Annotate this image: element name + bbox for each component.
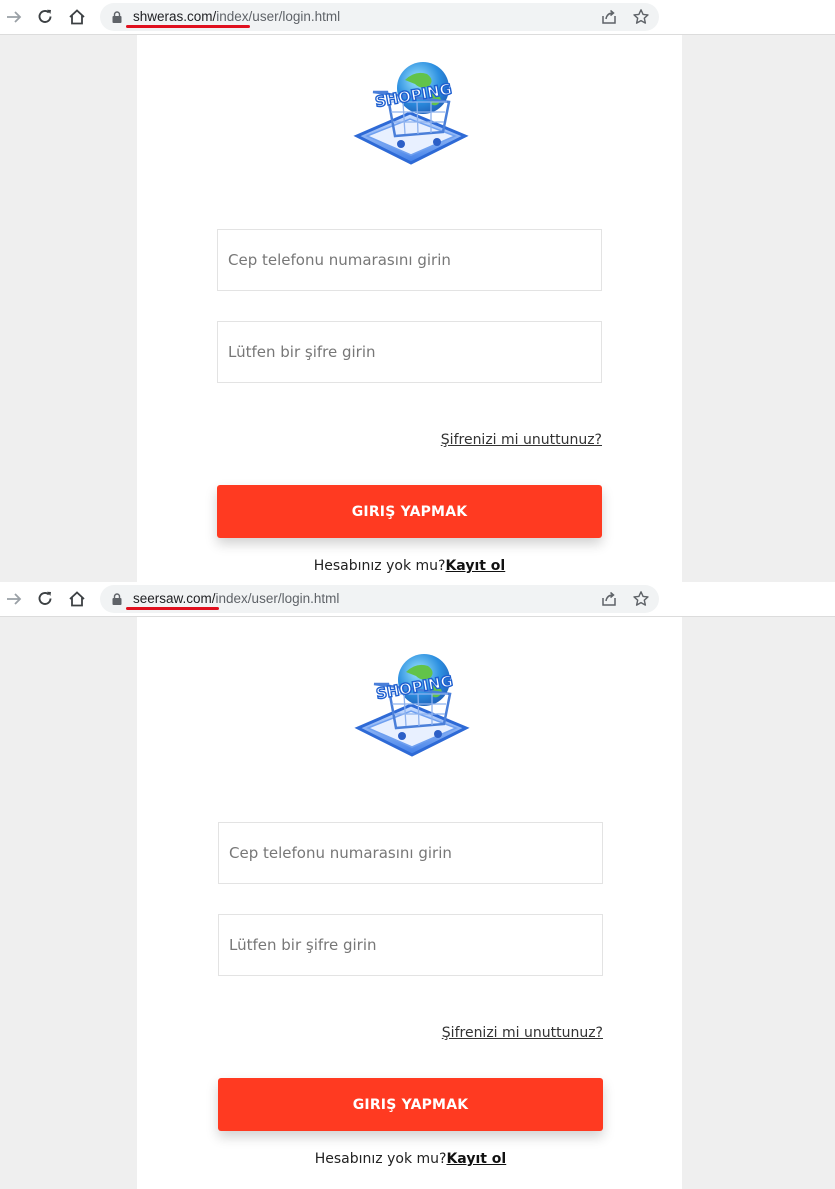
phone-field[interactable]: [218, 822, 603, 884]
url-path: index/user/login.html: [216, 9, 341, 24]
lock-icon: [112, 593, 122, 605]
url-domain: shweras.com/: [133, 9, 217, 24]
url-text: seersaw.com/index/user/login.html: [133, 591, 339, 606]
login-button[interactable]: GIRIŞ YAPMAK: [218, 1078, 603, 1131]
star-icon[interactable]: [632, 590, 650, 608]
shopping-cart-globe-logo: SHOPING: [346, 650, 476, 770]
login-card: SHOPING Şifrenizi mi unuttunuz? GIRIŞ YA…: [137, 34, 682, 582]
home-icon[interactable]: [67, 7, 87, 27]
signup-link[interactable]: Kayıt ol: [445, 558, 505, 574]
password-input[interactable]: [219, 915, 602, 975]
star-icon[interactable]: [632, 8, 650, 26]
reload-icon[interactable]: [35, 589, 55, 609]
forward-arrow-icon[interactable]: [4, 7, 24, 27]
screenshot-top: SHOPING Şifrenizi mi unuttunuz? GIRIŞ YA…: [0, 0, 835, 582]
lock-icon: [112, 11, 122, 23]
share-icon[interactable]: [600, 8, 618, 26]
reload-icon[interactable]: [35, 7, 55, 27]
browser-toolbar: shweras.com/index/user/login.html: [0, 0, 835, 35]
no-account-text: Hesabınız yok mu?: [313, 558, 446, 574]
url-path: index/user/login.html: [215, 591, 340, 606]
url-text: shweras.com/index/user/login.html: [133, 9, 340, 24]
phone-input[interactable]: [219, 823, 602, 883]
no-account-text: Hesabınız yok mu?: [314, 1151, 447, 1167]
shopping-cart-globe-logo: SHOPING: [345, 58, 475, 178]
url-highlight-underline: [126, 607, 219, 610]
share-icon[interactable]: [600, 590, 618, 608]
url-domain: seersaw.com/: [133, 591, 216, 606]
forward-arrow-icon[interactable]: [4, 589, 24, 609]
screenshot-bottom: SHOPING Şifrenizi mi unuttunuz? GIRIŞ YA…: [0, 582, 835, 1189]
browser-toolbar: seersaw.com/index/user/login.html: [0, 582, 835, 617]
signup-prompt: Hesabınız yok mu?Kayıt ol: [138, 1151, 683, 1167]
password-field[interactable]: [218, 914, 603, 976]
home-icon[interactable]: [67, 589, 87, 609]
signup-link[interactable]: Kayıt ol: [446, 1151, 506, 1167]
login-card: SHOPING Şifrenizi mi unuttunuz? GIRIŞ YA…: [137, 616, 682, 1189]
password-input[interactable]: [218, 322, 601, 382]
password-field[interactable]: [217, 321, 602, 383]
url-highlight-underline: [126, 25, 250, 28]
login-button[interactable]: GIRIŞ YAPMAK: [217, 485, 602, 538]
forgot-password-link[interactable]: Şifrenizi mi unuttunuz?: [442, 1025, 603, 1041]
forgot-password-link[interactable]: Şifrenizi mi unuttunuz?: [441, 432, 602, 448]
signup-prompt: Hesabınız yok mu?Kayıt ol: [137, 558, 682, 574]
phone-input[interactable]: [218, 230, 601, 290]
phone-field[interactable]: [217, 229, 602, 291]
